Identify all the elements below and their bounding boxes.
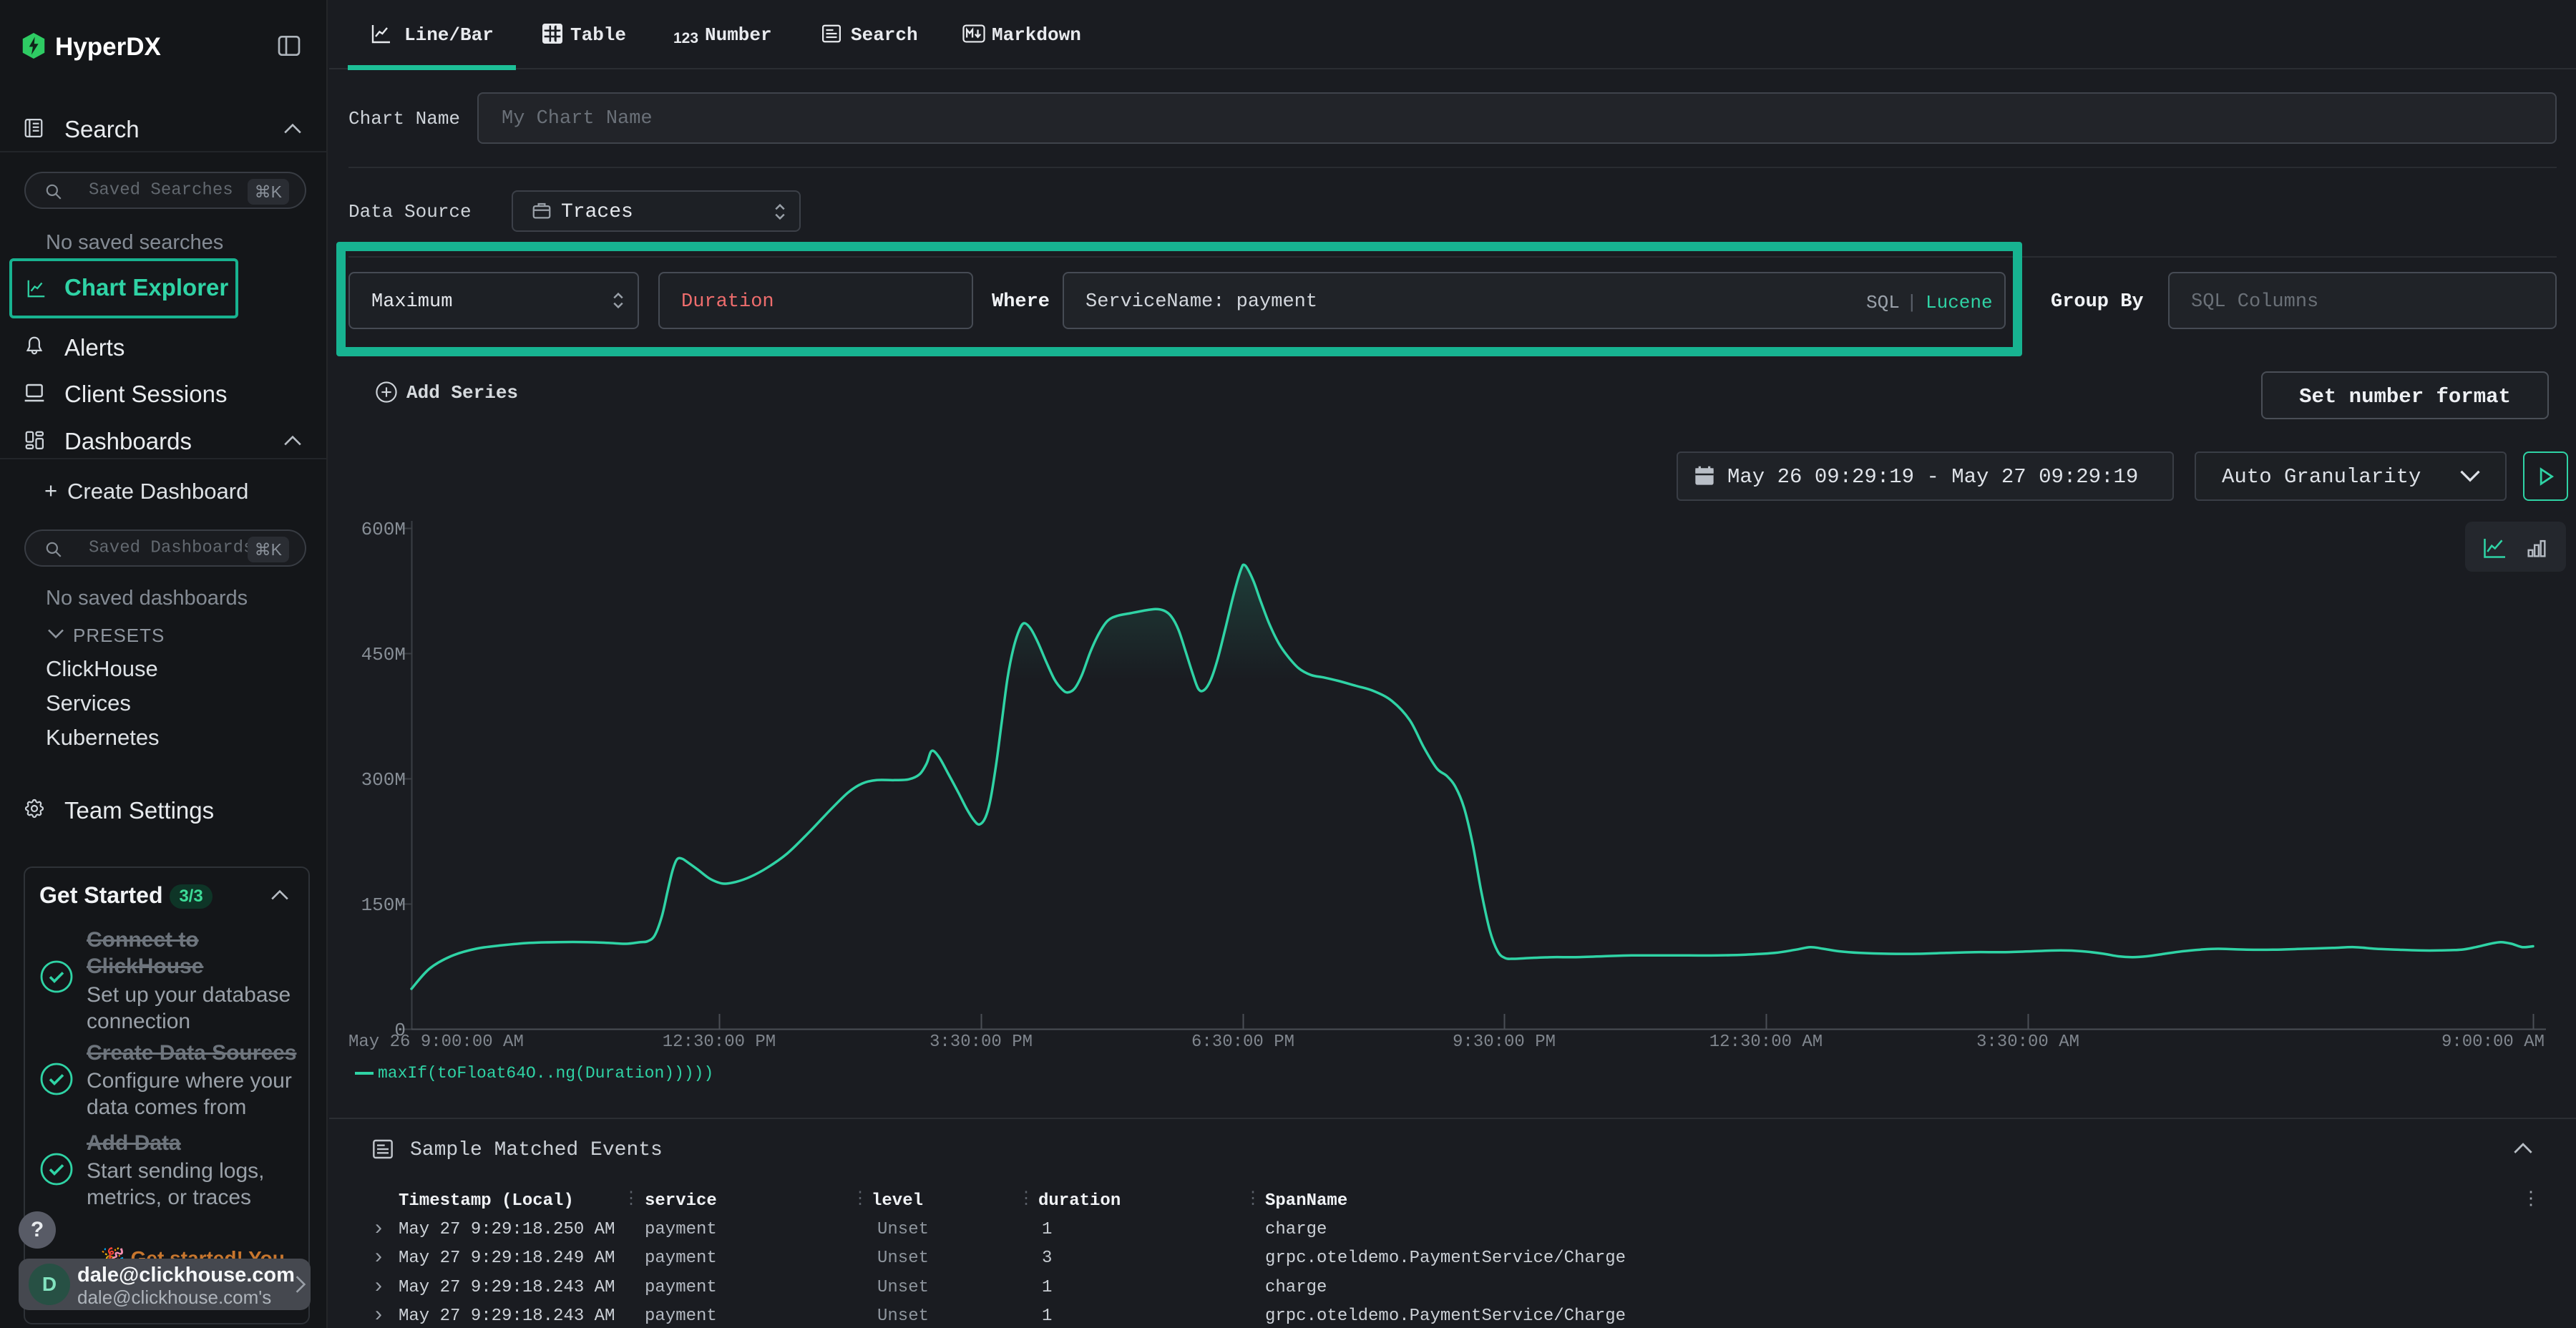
svg-text:May 26 9:00:00 AM: May 26 9:00:00 AM (348, 1032, 524, 1052)
svg-text:3:30:00 AM: 3:30:00 AM (1976, 1032, 2079, 1052)
svg-text:12:30:00 PM: 12:30:00 PM (663, 1032, 776, 1052)
svg-text:300M: 300M (361, 769, 406, 791)
svg-text:150M: 150M (361, 894, 406, 916)
svg-text:6:30:00 PM: 6:30:00 PM (1191, 1032, 1294, 1052)
svg-text:9:00:00 AM: 9:00:00 AM (2441, 1032, 2545, 1052)
svg-text:600M: 600M (361, 519, 406, 540)
svg-text:9:30:00 PM: 9:30:00 PM (1453, 1032, 1556, 1052)
svg-text:450M: 450M (361, 644, 406, 665)
svg-text:3:30:00 PM: 3:30:00 PM (930, 1032, 1033, 1052)
svg-text:12:30:00 AM: 12:30:00 AM (1709, 1032, 1823, 1052)
